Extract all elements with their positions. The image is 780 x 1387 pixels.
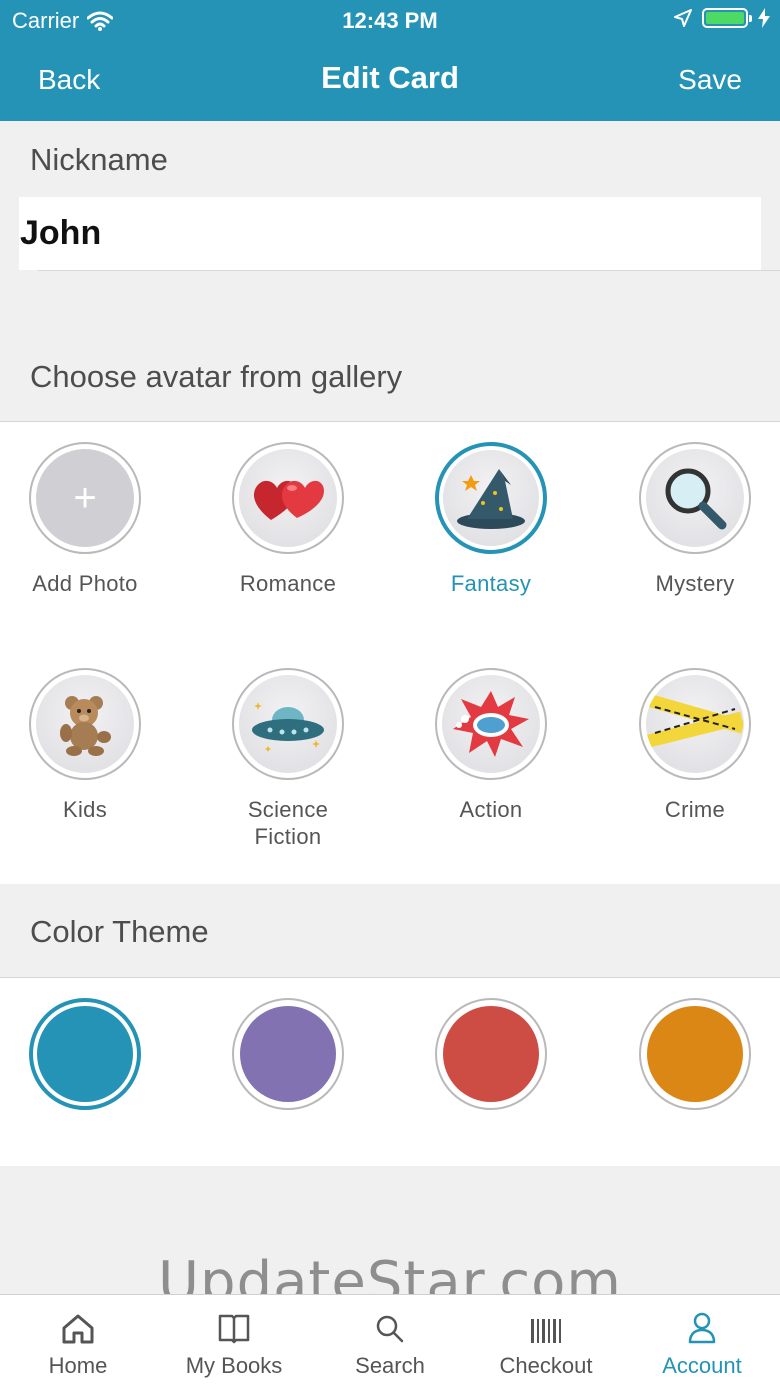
color-swatch-orange[interactable] [639, 998, 751, 1110]
tab-account[interactable]: Account [624, 1295, 780, 1387]
avatar-gallery: + Add Photo Romance Fantasy Mystery Kids… [0, 421, 780, 884]
boom-icon [453, 691, 529, 757]
avatar-label: Add Photo [32, 571, 138, 596]
wizard-hat-icon [457, 469, 525, 529]
avatar-label: Action [459, 797, 523, 822]
avatar-label: Fantasy [450, 571, 532, 596]
color-swatch-purple[interactable] [232, 998, 344, 1110]
hearts-icon [253, 480, 324, 520]
avatar-label: Kids [63, 797, 107, 822]
avatar-label: Science Fiction [247, 797, 329, 849]
tab-my-books[interactable]: My Books [156, 1295, 312, 1387]
tab-label: Search [355, 1353, 425, 1378]
barcode-icon [531, 1319, 561, 1343]
color-swatch-red[interactable] [435, 998, 547, 1110]
nickname-divider [38, 270, 780, 271]
home-icon [62, 1314, 94, 1344]
tab-checkout[interactable]: Checkout [468, 1295, 624, 1387]
tab-home[interactable]: Home [0, 1295, 156, 1387]
avatar-add-photo[interactable]: + Add Photo [0, 442, 187, 597]
plus-icon: + [36, 449, 134, 547]
tab-label: Account [662, 1353, 742, 1378]
color-theme-picker [0, 977, 780, 1166]
status-right [674, 8, 770, 28]
avatar-fantasy[interactable]: Fantasy [389, 442, 593, 597]
charging-bolt-icon [758, 8, 770, 28]
teddy-bear-icon [60, 696, 111, 756]
avatar-label: Mystery [655, 571, 735, 596]
avatar-crime[interactable]: Crime [593, 668, 780, 823]
search-icon [376, 1315, 404, 1343]
status-bar: Carrier 12:43 PM [0, 0, 780, 40]
color-theme-section-label: Color Theme [30, 914, 209, 949]
avatar-label: Crime [664, 797, 726, 822]
book-icon [218, 1314, 250, 1344]
location-arrow-icon [674, 9, 692, 27]
avatar-kids[interactable]: Kids [0, 668, 187, 823]
nav-bar: Back Edit Card Save [0, 40, 780, 121]
tab-label: Checkout [499, 1353, 593, 1378]
nickname-input[interactable] [19, 197, 761, 270]
avatar-section-label: Choose avatar from gallery [30, 359, 403, 394]
tab-bar: Home My Books Search Checkout Account [0, 1294, 780, 1387]
ufo-icon [252, 702, 324, 752]
color-swatch-blue[interactable] [29, 998, 141, 1110]
swatch-fill [240, 1006, 336, 1102]
tab-label: My Books [185, 1353, 283, 1378]
avatar-science-fiction[interactable]: Science Fiction [186, 668, 390, 850]
swatch-fill [37, 1006, 133, 1102]
person-icon [688, 1312, 716, 1344]
swatch-fill [647, 1006, 743, 1102]
magnifier-icon [665, 468, 727, 530]
page-title: Edit Card [321, 60, 459, 95]
swatch-fill [443, 1006, 539, 1102]
avatar-action[interactable]: Action [389, 668, 593, 823]
battery-icon [702, 8, 752, 28]
avatar-label: Romance [239, 571, 337, 596]
avatar-mystery[interactable]: Mystery [593, 442, 780, 597]
status-time: 12:43 PM [342, 8, 438, 33]
nickname-section-label: Nickname [30, 142, 168, 177]
tab-label: Home [48, 1353, 108, 1378]
crime-tape-icon [647, 694, 743, 748]
tab-search[interactable]: Search [312, 1295, 468, 1387]
avatar-romance[interactable]: Romance [186, 442, 390, 597]
header: Carrier 12:43 PM Back Edit Card Save [0, 0, 780, 121]
save-button[interactable]: Save [678, 64, 742, 96]
